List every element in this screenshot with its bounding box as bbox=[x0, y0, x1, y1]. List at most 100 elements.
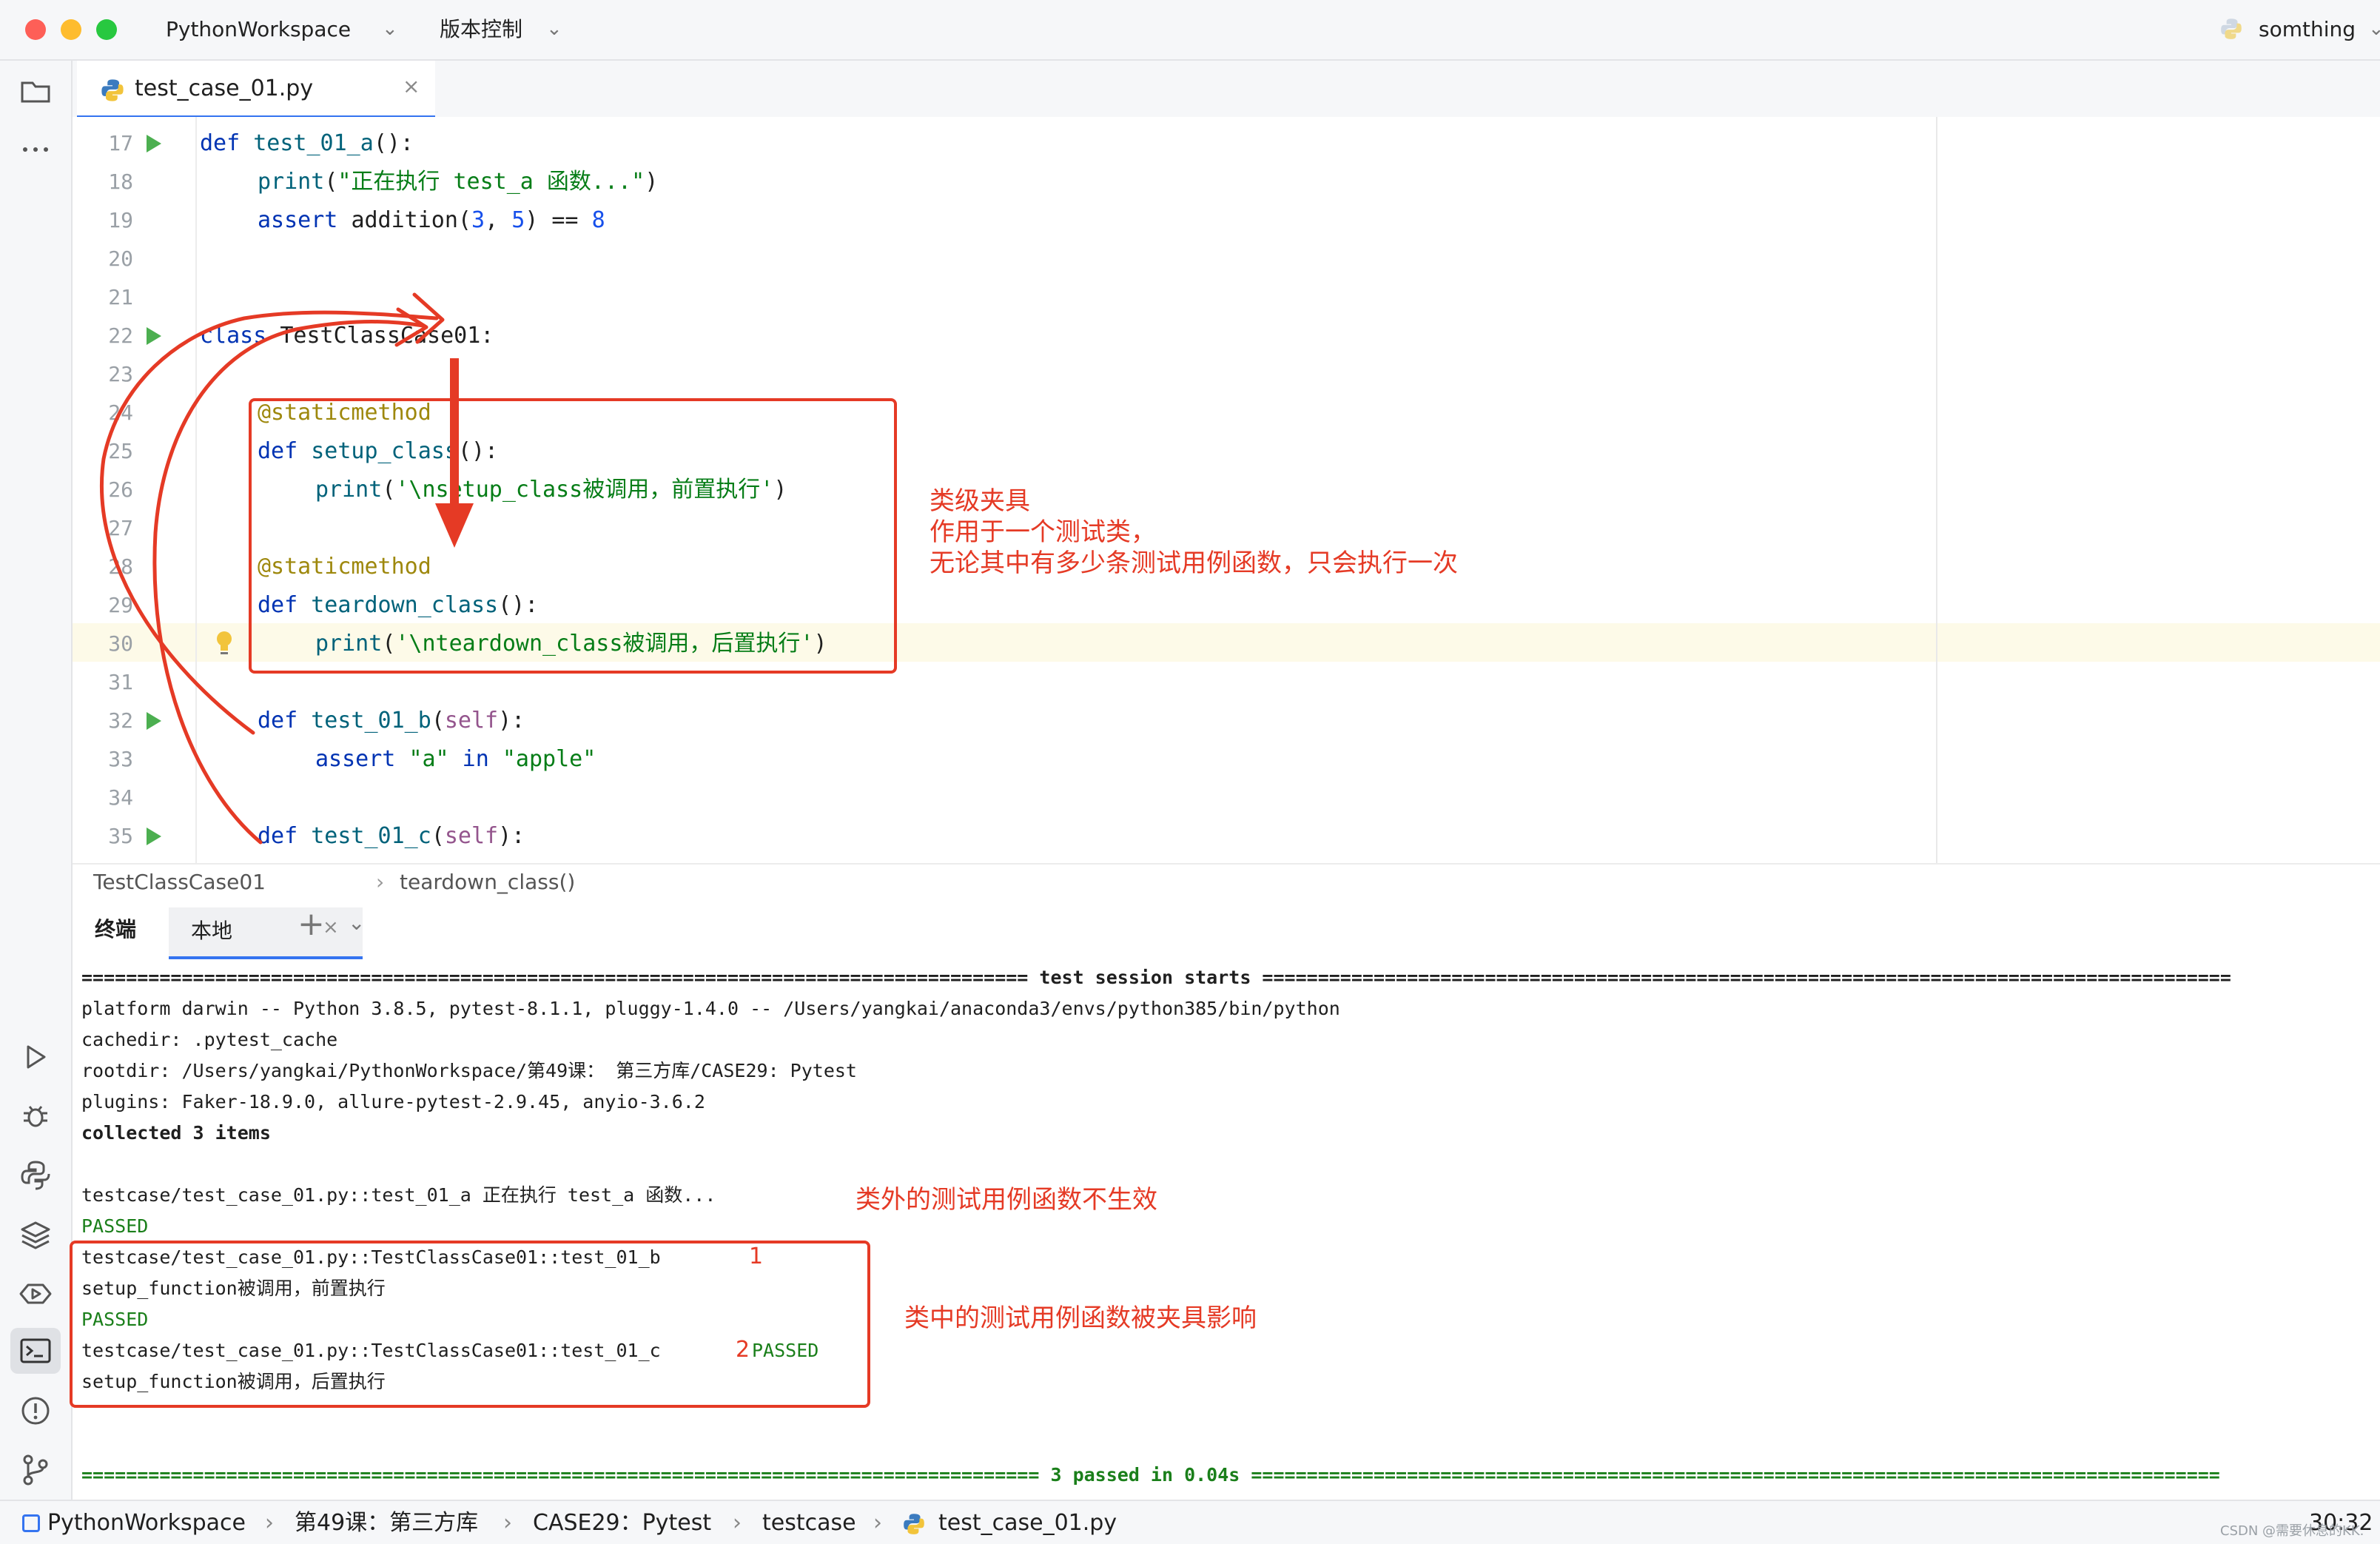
git-icon[interactable] bbox=[18, 1452, 53, 1488]
fixture-highlight-box bbox=[249, 398, 897, 674]
status-separator: › bbox=[265, 1510, 274, 1536]
test-a-line: testcase/test_case_01.py::test_01_a 正在执行… bbox=[81, 1184, 716, 1206]
status-crumb-2[interactable]: CASE29：Pytest bbox=[533, 1508, 711, 1538]
services-icon[interactable] bbox=[18, 1276, 53, 1312]
line-number: 30 bbox=[108, 631, 133, 656]
code-text: ): bbox=[498, 708, 525, 734]
ide-window: PythonWorkspace ⌄ 版本控制 ⌄ somthing ⌄ test… bbox=[0, 0, 2380, 1544]
close-tab-button[interactable]: × bbox=[403, 74, 420, 98]
line-number: 25 bbox=[108, 439, 133, 463]
run-gutter-icon[interactable] bbox=[147, 712, 161, 730]
string-literal: "apple" bbox=[502, 746, 596, 772]
line-number: 33 bbox=[108, 747, 133, 771]
title-bar: PythonWorkspace ⌄ 版本控制 ⌄ somthing ⌄ bbox=[0, 0, 2380, 61]
more-icon[interactable] bbox=[18, 132, 53, 167]
function-name: test_01_a bbox=[253, 130, 374, 156]
run-gutter-icon[interactable] bbox=[147, 135, 161, 152]
run-config-selector[interactable]: somthing bbox=[2259, 15, 2356, 44]
code-line-17: def test_01_a(): bbox=[200, 124, 414, 163]
code-text: ) bbox=[645, 169, 659, 195]
editor-tab-bar: test_case_01.py × bbox=[73, 61, 2380, 118]
minimize-window-button[interactable] bbox=[61, 19, 81, 40]
status-crumb-3[interactable]: testcase bbox=[762, 1508, 856, 1538]
number-literal: 5 bbox=[511, 207, 525, 233]
code-breadcrumb: TestClassCase01 › teardown_class() bbox=[73, 863, 2380, 902]
fixture-annotation: 类级夹具 作用于一个测试类， 无论其中有多少条测试用例函数，只会执行一次 bbox=[930, 486, 1458, 578]
python-file-icon bbox=[101, 79, 124, 101]
string-literal: "a" bbox=[409, 746, 449, 772]
line-number: 17 bbox=[108, 131, 133, 155]
line-number: 28 bbox=[108, 554, 133, 579]
class-name: TestClassCase01: bbox=[280, 323, 494, 349]
code-text: (): bbox=[373, 130, 414, 156]
self-param: self bbox=[444, 708, 499, 734]
editor-tab-label: test_case_01.py bbox=[135, 75, 314, 101]
code-text: ): bbox=[498, 823, 525, 849]
lightbulb-icon[interactable] bbox=[213, 629, 235, 657]
tool-window-strip bbox=[0, 61, 73, 1500]
gutter-separator bbox=[195, 117, 197, 863]
vcs-menu[interactable]: 版本控制 bbox=[440, 15, 522, 44]
close-window-button[interactable] bbox=[25, 19, 46, 40]
function-name: test_01_c bbox=[311, 823, 431, 849]
status-crumb-4[interactable]: test_case_01.py bbox=[938, 1508, 1117, 1538]
function-name: print bbox=[258, 169, 325, 195]
inside-class-annotation: 类中的测试用例函数被夹具影响 bbox=[904, 1303, 1257, 1333]
zoom-window-button[interactable] bbox=[96, 19, 117, 40]
run-gutter-icon[interactable] bbox=[147, 828, 161, 845]
run-icon[interactable] bbox=[18, 1039, 53, 1075]
keyword: in bbox=[448, 746, 502, 772]
chevron-down-icon[interactable]: ⌄ bbox=[348, 910, 365, 935]
annotation-number-1: 1 bbox=[749, 1243, 764, 1269]
terminal-tab-label: 本地 bbox=[191, 919, 233, 943]
layers-icon[interactable] bbox=[18, 1217, 53, 1252]
line-number: 23 bbox=[108, 362, 133, 386]
string-literal: "正在执行 test_a 函数..." bbox=[337, 169, 645, 195]
run-gutter-icon[interactable] bbox=[147, 327, 161, 345]
code-line-22: class TestClassCase01: bbox=[200, 317, 494, 355]
terminal-icon[interactable] bbox=[10, 1328, 61, 1374]
status-crumb-1[interactable]: 第49课：第三方库 bbox=[295, 1508, 478, 1538]
keyword: assert bbox=[258, 207, 352, 233]
project-switcher[interactable]: PythonWorkspace bbox=[166, 15, 351, 44]
collected-line: collected 3 items bbox=[81, 1122, 271, 1144]
breadcrumb-method[interactable]: teardown_class() bbox=[400, 869, 575, 896]
line-number: 34 bbox=[108, 785, 133, 810]
status-separator: › bbox=[873, 1510, 882, 1536]
session-start-line: ========================================… bbox=[81, 967, 2231, 988]
breadcrumb-separator: › bbox=[376, 870, 385, 894]
rootdir-line: rootdir: /Users/yangkai/PythonWorkspace/… bbox=[81, 1060, 857, 1081]
folder-icon[interactable] bbox=[18, 74, 53, 110]
code-text: ( bbox=[431, 708, 445, 734]
terminal-tab-local[interactable]: 本地 × bbox=[169, 907, 363, 959]
annotation-number-2: 2 bbox=[736, 1337, 750, 1363]
code-line-18: print("正在执行 test_a 函数...") bbox=[258, 163, 658, 201]
line-number: 31 bbox=[108, 670, 133, 694]
code-text: , bbox=[485, 207, 512, 233]
breadcrumb-class[interactable]: TestClassCase01 bbox=[93, 869, 266, 896]
code-line-32: def test_01_b(self): bbox=[258, 702, 525, 740]
project-module-icon bbox=[22, 1514, 40, 1532]
summary-line: ========================================… bbox=[81, 1464, 2220, 1486]
problems-icon[interactable] bbox=[18, 1393, 53, 1429]
code-text: ( bbox=[431, 823, 445, 849]
outside-class-annotation: 类外的测试用例函数不生效 bbox=[855, 1185, 1157, 1215]
terminal-title: 终端 bbox=[95, 917, 137, 941]
python-console-icon[interactable] bbox=[18, 1158, 53, 1193]
passed-line-1: PASSED bbox=[81, 1215, 149, 1237]
number-literal: 3 bbox=[471, 207, 485, 233]
code-text: ( bbox=[324, 169, 338, 195]
line-number: 21 bbox=[108, 285, 133, 309]
chevron-down-icon: ⌄ bbox=[546, 18, 562, 40]
keyword: def bbox=[200, 130, 254, 156]
function-name: test_01_b bbox=[311, 708, 431, 734]
status-crumb-0[interactable]: PythonWorkspace bbox=[47, 1508, 246, 1538]
editor-tab[interactable]: test_case_01.py × bbox=[77, 61, 435, 118]
line-number: 32 bbox=[108, 708, 133, 733]
debug-icon[interactable] bbox=[18, 1098, 53, 1134]
new-terminal-button[interactable]: + bbox=[298, 906, 325, 943]
line-number: 19 bbox=[108, 208, 133, 232]
right-margin-guide bbox=[1936, 117, 1937, 863]
close-terminal-tab-button[interactable]: × bbox=[323, 916, 339, 939]
self-param: self bbox=[444, 823, 499, 849]
